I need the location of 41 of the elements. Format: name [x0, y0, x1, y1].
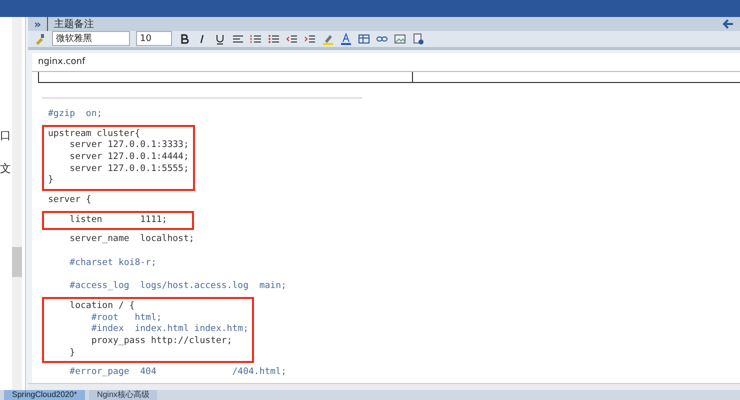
- code-line: }: [48, 175, 54, 188]
- code-line: listen 1111;: [68, 214, 168, 226]
- code-line: server_name localhost;: [68, 234, 194, 246]
- scrollbar[interactable]: [12, 17, 22, 390]
- code-line: server {: [48, 195, 92, 207]
- horizontal-scrollbar[interactable]: [28, 383, 740, 390]
- outdent-icon[interactable]: [286, 32, 298, 45]
- code-line: location / {: [68, 300, 135, 313]
- code-line: proxy_pass http://cluster;: [90, 336, 232, 348]
- code-line: }: [68, 348, 76, 360]
- document-tab[interactable]: Nginx核心高级: [88, 390, 158, 400]
- highlighter-icon[interactable]: [322, 32, 334, 45]
- image-icon[interactable]: [394, 32, 406, 45]
- size-dropdown[interactable]: 10: [136, 31, 172, 46]
- document-tab[interactable]: SpringCloud2020*: [4, 390, 85, 400]
- expand-icon[interactable]: »: [34, 18, 42, 30]
- brush-icon[interactable]: [34, 32, 46, 45]
- file-name: nginx.conf: [32, 52, 740, 72]
- align-left-icon[interactable]: [232, 32, 244, 45]
- panel-text: 口: [0, 129, 12, 142]
- back-arrow-icon[interactable]: [722, 18, 734, 30]
- code-line: server 127.0.0.1:5555;: [68, 164, 189, 176]
- code-line: #access_log logs/host.access.log main;: [68, 281, 286, 293]
- table-icon[interactable]: [358, 32, 370, 45]
- font-dropdown[interactable]: 微软雅黑: [52, 31, 130, 46]
- code-line: #index index.html index.htm;: [90, 324, 248, 336]
- code-line: #root html;: [90, 312, 162, 324]
- document-icon[interactable]: [412, 32, 424, 45]
- bullet-list-icon[interactable]: [268, 32, 280, 45]
- code-line: server 127.0.0.1:3333;: [68, 140, 189, 152]
- code-line: server 127.0.0.1:4444;: [68, 152, 189, 164]
- code-line: #gzip on;: [48, 108, 102, 121]
- indent-icon[interactable]: [304, 32, 316, 45]
- code-line: #error_page 404 /404.html;: [68, 367, 286, 380]
- numbered-list-icon[interactable]: [250, 32, 262, 45]
- font-color-icon[interactable]: [340, 32, 352, 45]
- panel-text: 文: [0, 162, 12, 175]
- underline-icon[interactable]: [214, 32, 226, 45]
- code-line: #charset koi8-r;: [68, 258, 156, 270]
- scroll-thumb[interactable]: [12, 247, 22, 277]
- code-line: upstream cluster{: [48, 128, 140, 140]
